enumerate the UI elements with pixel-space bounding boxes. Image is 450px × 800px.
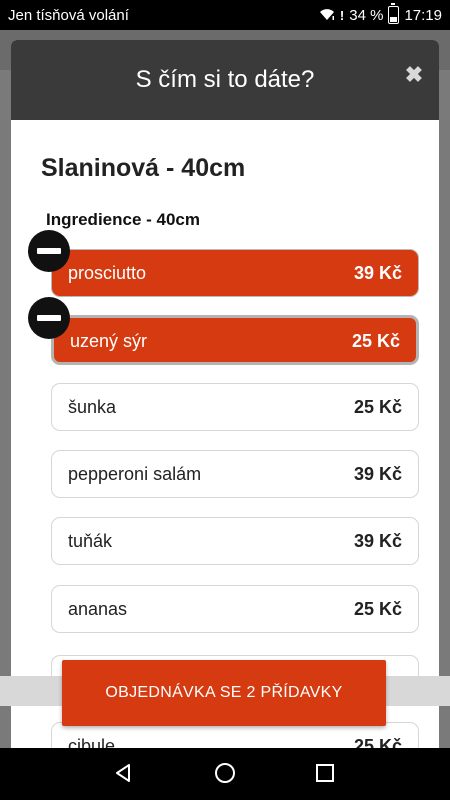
ingredient-item-pepperoni[interactable]: pepperoni salám 39 Kč — [51, 450, 419, 498]
ingredients-title: Ingredience - 40cm — [46, 210, 201, 229]
ingredient-price: 25 Kč — [353, 599, 402, 619]
status-icons: ! 34 % 17:19 — [319, 3, 442, 24]
ingredient-item-sunka[interactable]: šunka 25 Kč — [51, 383, 419, 431]
ingredient-item-prosciutto[interactable]: prosciutto 39 Kč — [51, 249, 419, 297]
alert-icon: ! — [339, 7, 345, 23]
modal-header: S čím si to dáte? ✖ — [11, 40, 439, 120]
ingredient-name: ananas — [68, 599, 128, 619]
close-icon[interactable]: ✖ — [403, 64, 425, 86]
ingredient-item-uzeny-syr[interactable]: uzený sýr 25 Kč — [51, 315, 419, 365]
battery-icon — [388, 3, 400, 24]
clock: 17:19 — [404, 6, 442, 24]
ingredient-name: šunka — [68, 397, 117, 417]
ingredient-price: 39 Kč — [353, 263, 402, 283]
ingredient-name: uzený sýr — [70, 331, 148, 351]
battery-percent: 34 % — [349, 6, 384, 24]
product-name: Slaninová - 40cm — [41, 154, 246, 182]
carrier-text: Jen tísňová volání — [8, 7, 129, 24]
status-bar: Jen tísňová volání ! 34 % 17:19 — [0, 0, 450, 30]
minus-circle-icon[interactable] — [28, 297, 70, 339]
modal-title: S čím si to dáte? — [135, 66, 315, 93]
home-circle-icon[interactable] — [214, 762, 236, 784]
ingredient-price: 39 Kč — [353, 464, 402, 484]
minus-circle-icon[interactable] — [28, 230, 70, 272]
ingredient-price: 25 Kč — [351, 331, 400, 351]
ingredient-price: 25 Kč — [353, 397, 402, 417]
ingredient-name: pepperoni salám — [68, 464, 202, 484]
addons-modal: S čím si to dáte? ✖ Slaninová - 40cm Ing… — [11, 40, 439, 760]
ingredient-name: tuňák — [68, 531, 113, 551]
order-button[interactable]: OBJEDNÁVKA SE 2 PŘÍDAVKY — [62, 660, 386, 726]
system-nav-bar — [0, 748, 450, 800]
wifi-icon — [319, 9, 335, 21]
ingredient-item-tunak[interactable]: tuňák 39 Kč — [51, 517, 419, 565]
ingredient-item-ananas[interactable]: ananas 25 Kč — [51, 585, 419, 633]
back-triangle-icon[interactable] — [113, 762, 135, 784]
recent-square-icon[interactable] — [314, 762, 336, 784]
ingredient-name: prosciutto — [68, 263, 147, 283]
ingredient-price: 39 Kč — [353, 531, 402, 551]
